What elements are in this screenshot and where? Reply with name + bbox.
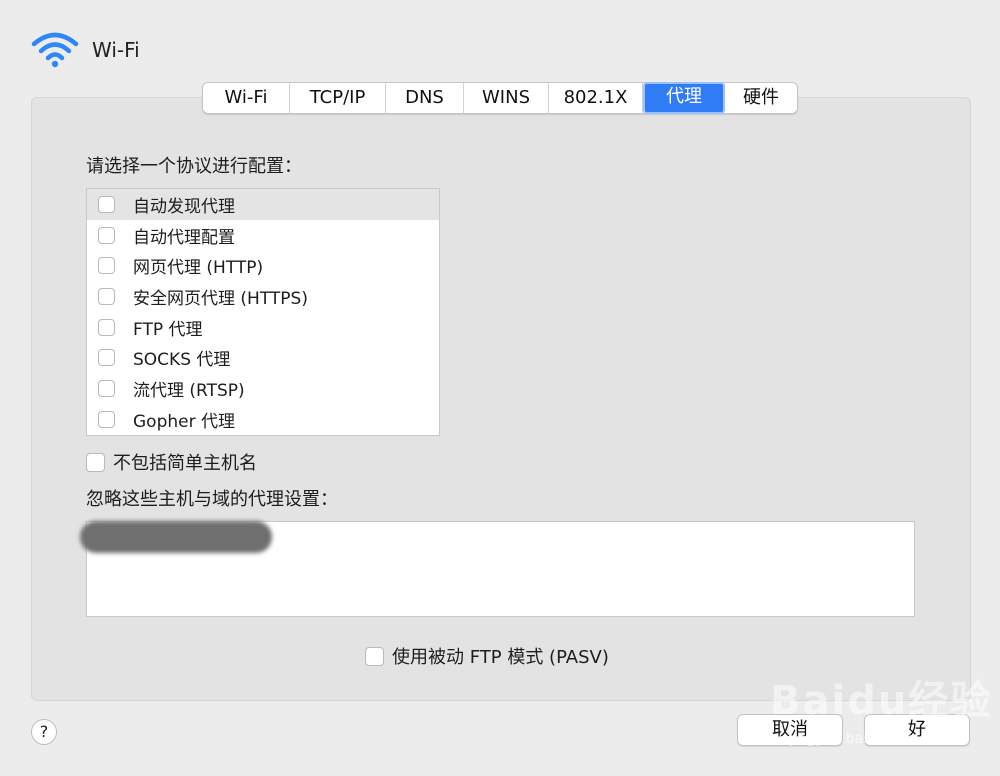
protocol-item-gopher[interactable]: Gopher 代理 [87, 404, 439, 435]
protocol-item-https[interactable]: 安全网页代理 (HTTPS) [87, 281, 439, 312]
protocol-label: SOCKS 代理 [133, 350, 231, 371]
tab-8021x[interactable]: 802.1X [549, 83, 643, 113]
tab-tcpip[interactable]: TCP/IP [290, 83, 386, 113]
exclude-simple-hostnames-checkbox[interactable] [86, 452, 105, 472]
tab-wifi[interactable]: Wi-Fi [203, 83, 290, 113]
tab-hardware[interactable]: 硬件 [725, 83, 797, 113]
redaction-scribble [80, 521, 272, 553]
protocol-label: 自动发现代理 [133, 196, 235, 217]
window-title: Wi-Fi [92, 38, 140, 62]
exclude-simple-hostnames-label: 不包括简单主机名 [113, 453, 257, 474]
protocol-checkbox[interactable] [98, 226, 115, 244]
protocol-checkbox[interactable] [98, 287, 115, 305]
window-header: Wi-Fi [30, 30, 140, 70]
exclude-simple-hostnames-row[interactable]: 不包括简单主机名 [86, 449, 257, 475]
protocol-label: 网页代理 (HTTP) [133, 258, 264, 279]
protocol-checkbox[interactable] [98, 379, 115, 397]
protocol-item-rtsp[interactable]: 流代理 (RTSP) [87, 373, 439, 404]
help-button[interactable]: ? [31, 719, 57, 745]
tab-bar: Wi-Fi TCP/IP DNS WINS 802.1X 代理 硬件 [202, 82, 798, 114]
protocol-checkbox[interactable] [98, 318, 115, 336]
protocol-label: FTP 代理 [133, 319, 203, 340]
protocol-list-label: 请选择一个协议进行配置： [86, 156, 302, 177]
tab-proxies[interactable]: 代理 [643, 82, 725, 114]
protocol-list: 自动发现代理 自动代理配置 网页代理 (HTTP) 安全网页代理 (HTTPS)… [86, 188, 440, 436]
protocol-checkbox[interactable] [98, 257, 115, 275]
passive-ftp-label: 使用被动 FTP 模式 (PASV) [392, 647, 609, 668]
wifi-icon [31, 32, 79, 68]
passive-ftp-checkbox[interactable] [365, 646, 384, 666]
protocol-checkbox[interactable] [98, 195, 115, 213]
tab-dns[interactable]: DNS [386, 83, 464, 113]
baidu-watermark: Baidu经验 [770, 678, 993, 724]
bypass-label: 忽略这些主机与域的代理设置： [86, 489, 338, 510]
passive-ftp-row[interactable]: 使用被动 FTP 模式 (PASV) [365, 643, 609, 669]
baidu-watermark-url: jingyan.baidu.com [790, 731, 920, 747]
protocol-label: 安全网页代理 (HTTPS) [133, 288, 308, 309]
protocol-item-auto-config[interactable]: 自动代理配置 [87, 220, 439, 251]
tab-wins[interactable]: WINS [464, 83, 549, 113]
protocol-item-auto-discovery[interactable]: 自动发现代理 [87, 189, 439, 220]
protocol-label: Gopher 代理 [133, 411, 235, 432]
protocol-label: 流代理 (RTSP) [133, 380, 245, 401]
protocol-label: 自动代理配置 [133, 227, 235, 248]
protocol-item-socks[interactable]: SOCKS 代理 [87, 342, 439, 373]
protocol-checkbox[interactable] [98, 349, 115, 367]
protocol-item-ftp[interactable]: FTP 代理 [87, 312, 439, 343]
protocol-checkbox[interactable] [98, 410, 115, 428]
protocol-item-http[interactable]: 网页代理 (HTTP) [87, 250, 439, 281]
